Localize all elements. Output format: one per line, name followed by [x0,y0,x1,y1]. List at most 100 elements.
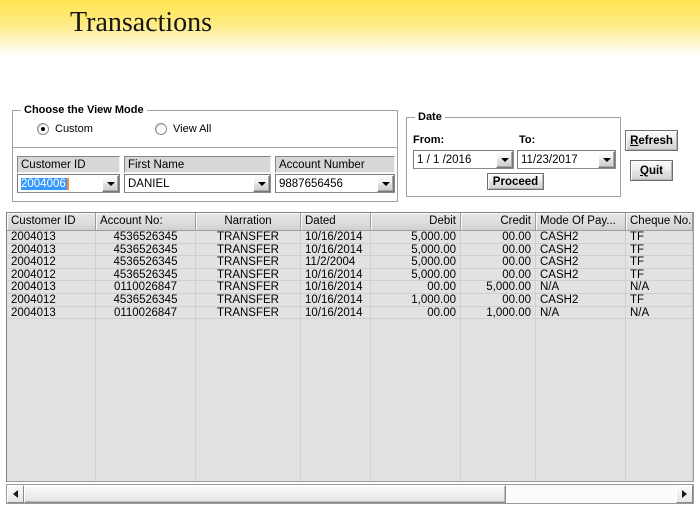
radio-custom[interactable]: Custom [37,123,93,135]
table-row-empty[interactable] [7,331,693,345]
grid-header-cell[interactable]: Mode Of Pay... [536,213,626,231]
table-cell[interactable]: 10/16/2014 [301,281,371,294]
table-cell[interactable]: 00.00 [461,268,536,282]
table-cell[interactable]: 4536526345 [96,268,196,282]
table-row-empty[interactable] [7,344,693,357]
table-cell[interactable]: CASH2 [536,231,626,244]
table-cell[interactable]: 4536526345 [96,243,196,257]
table-cell[interactable]: N/A [536,281,626,294]
date-from-dropdown-button[interactable] [496,151,513,168]
date-to-picker[interactable]: 11/23/2017 [517,150,616,169]
table-cell[interactable]: TRANSFER [196,268,301,282]
table-cell[interactable]: 4536526345 [96,293,196,307]
table-cell[interactable]: TRANSFER [196,243,301,257]
table-cell[interactable]: 4536526345 [96,256,196,269]
first-name-combo[interactable]: DANIEL [124,174,271,193]
table-row[interactable]: 2004013 0110026847 TRANSFER 10/16/2014 00.00… [7,306,693,320]
table-cell[interactable]: 0110026847 [96,306,196,320]
table-row-empty[interactable] [7,419,693,433]
table-cell[interactable]: TRANSFER [196,231,301,244]
table-cell[interactable]: N/A [626,281,693,294]
table-cell[interactable]: CASH2 [536,243,626,257]
table-row-empty[interactable] [7,356,693,370]
table-cell[interactable]: 2004012 [7,268,96,282]
grid-header-cell[interactable]: Credit [461,213,536,231]
customer-id-input[interactable]: 2004006 [18,175,102,192]
table-row-empty[interactable] [7,369,693,383]
table-cell[interactable]: 00.00 [461,293,536,307]
date-to-dropdown-button[interactable] [598,151,615,168]
table-cell[interactable]: 2004013 [7,281,96,294]
table-row[interactable]: 2004012 4536526345 TRANSFER 11/2/2004 5,000.… [7,256,693,269]
table-cell[interactable]: TRANSFER [196,281,301,294]
table-cell[interactable]: TF [626,256,693,269]
grid-header-cell[interactable]: Account No: [96,213,196,231]
date-from-picker[interactable]: 1 / 1 /2016 [413,150,514,169]
table-row-empty[interactable] [7,445,693,458]
table-cell[interactable]: CASH2 [536,256,626,269]
table-cell[interactable]: N/A [626,306,693,320]
scrollbar-thumb[interactable] [24,485,507,503]
table-cell[interactable]: TF [626,231,693,244]
account-number-dropdown-button[interactable] [377,175,394,192]
table-cell[interactable]: 5,000.00 [371,256,461,269]
table-cell[interactable]: 5,000.00 [371,268,461,282]
table-cell[interactable]: TF [626,243,693,257]
date-to-value[interactable]: 11/23/2017 [518,151,598,168]
table-cell[interactable]: CASH2 [536,268,626,282]
grid-horizontal-scrollbar[interactable] [6,484,694,504]
quit-button[interactable]: Quit [630,160,673,181]
table-row-empty[interactable] [7,407,693,420]
table-row[interactable]: 2004013 0110026847 TRANSFER 10/16/2014 00.00… [7,281,693,294]
proceed-button[interactable]: Proceed [487,173,544,190]
radio-view-all-indicator[interactable] [155,123,167,135]
first-name-dropdown-button[interactable] [253,175,270,192]
table-row-empty[interactable] [7,382,693,395]
table-cell[interactable]: 2004013 [7,243,96,257]
refresh-button[interactable]: Refresh [625,130,678,151]
grid-header-cell[interactable]: Dated [301,213,371,231]
table-cell[interactable]: 00.00 [461,243,536,257]
table-cell[interactable]: 4536526345 [96,231,196,244]
account-number-input[interactable]: 9887656456 [276,175,377,192]
table-cell[interactable]: 10/16/2014 [301,231,371,244]
grid-body[interactable]: 2004013 4536526345 TRANSFER 10/16/2014 5,000… [7,231,693,481]
customer-id-dropdown-button[interactable] [102,175,119,192]
table-row-empty[interactable] [7,470,693,481]
table-cell[interactable]: 00.00 [461,256,536,269]
first-name-input[interactable]: DANIEL [125,175,253,192]
table-cell[interactable]: 2004013 [7,231,96,244]
table-cell[interactable]: 5,000.00 [461,281,536,294]
table-row[interactable]: 2004012 4536526345 TRANSFER 10/16/2014 5,000… [7,268,693,282]
table-cell[interactable]: 10/16/2014 [301,243,371,257]
table-row[interactable]: 2004013 4536526345 TRANSFER 10/16/2014 5,000… [7,231,693,244]
table-cell[interactable]: 00.00 [461,231,536,244]
table-row[interactable]: 2004012 4536526345 TRANSFER 10/16/2014 1,000… [7,293,693,307]
table-row-empty[interactable] [7,319,693,332]
table-row-empty[interactable] [7,394,693,408]
table-cell[interactable]: 11/2/2004 [301,256,371,269]
table-cell[interactable]: 2004012 [7,293,96,307]
table-cell[interactable]: 00.00 [371,306,461,320]
account-number-combo[interactable]: 9887656456 [275,174,395,193]
table-cell[interactable]: 1,000.00 [461,306,536,320]
table-cell[interactable]: 0110026847 [96,281,196,294]
table-cell[interactable]: 5,000.00 [371,243,461,257]
table-cell[interactable]: TRANSFER [196,256,301,269]
table-cell[interactable]: 1,000.00 [371,293,461,307]
scroll-left-button[interactable] [7,485,24,503]
table-cell[interactable]: TF [626,293,693,307]
table-row[interactable]: 2004013 4536526345 TRANSFER 10/16/2014 5,000… [7,243,693,257]
radio-view-all[interactable]: View All [155,123,211,135]
customer-id-combo[interactable]: 2004006 [17,174,120,193]
table-cell[interactable]: 5,000.00 [371,231,461,244]
table-cell[interactable]: CASH2 [536,293,626,307]
table-cell[interactable]: 10/16/2014 [301,268,371,282]
table-row-empty[interactable] [7,457,693,471]
table-cell[interactable]: N/A [536,306,626,320]
table-cell[interactable]: TF [626,268,693,282]
radio-custom-indicator[interactable] [37,123,49,135]
table-cell[interactable]: 10/16/2014 [301,306,371,320]
grid-header-cell[interactable]: Narration [196,213,301,231]
table-cell[interactable]: 10/16/2014 [301,293,371,307]
